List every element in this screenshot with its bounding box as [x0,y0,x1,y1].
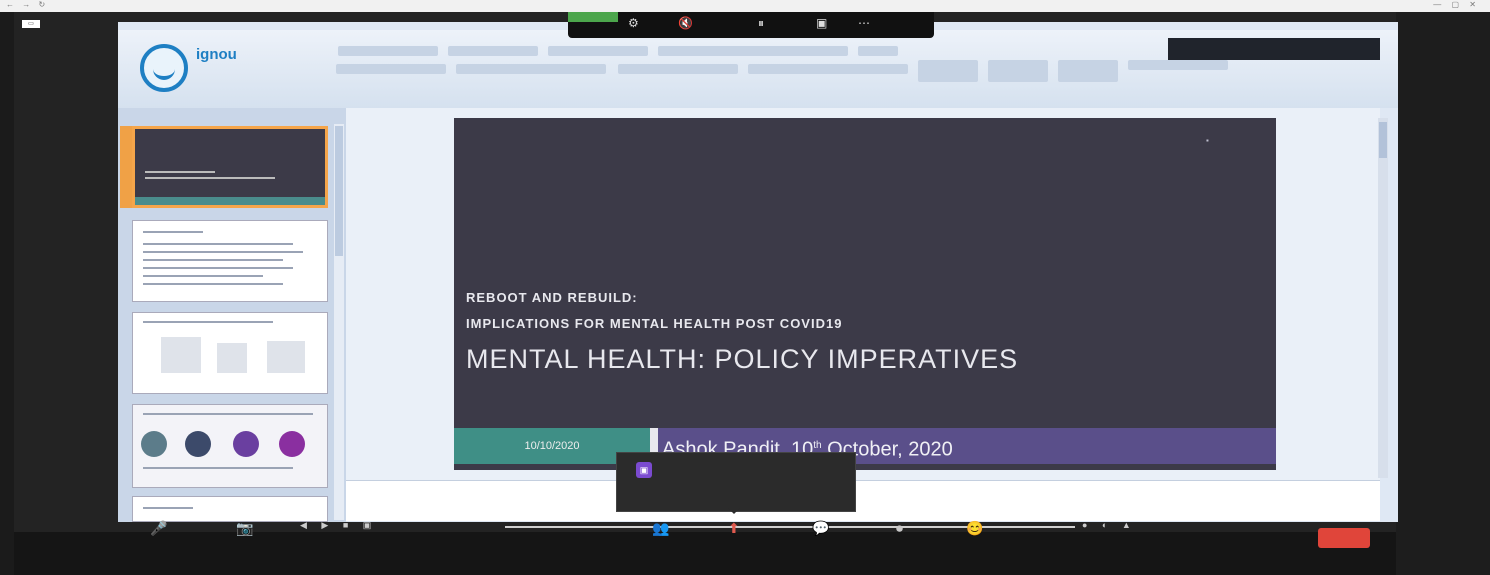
slide-thumbnail[interactable] [132,404,328,488]
slide-scrollbar[interactable] [1378,118,1388,478]
speaker-notes[interactable] [346,480,1380,521]
video-icon[interactable]: 📷 [236,520,253,537]
slide-bottom-bar [454,464,1276,470]
end-meeting-button[interactable] [1318,528,1370,548]
media-progress-track[interactable] [505,526,1075,528]
participants-icon[interactable]: 👥 [652,520,669,537]
thumbnail-scroll-handle[interactable] [335,126,343,256]
active-slide-marker [120,126,132,208]
browser-nav-icons[interactable]: ← → ↻ [6,0,48,9]
more-icon[interactable]: ⋯ [858,16,870,30]
share-screen-icon[interactable]: ⬆ [728,520,740,537]
slide-thumbnail[interactable] [132,220,328,302]
slide-main-title: MENTAL HEALTH: POLICY IMPERATIVES [466,344,1019,374]
view-toggle-icon[interactable]: ▭ [22,19,40,28]
mute-icon[interactable]: 🔇 [678,16,693,30]
zoom-view-controls[interactable]: ▭ [14,18,40,28]
settings-icon[interactable]: ⚙ [628,16,639,30]
browser-toolbar: ← → ↻ — ▢ ✕ [0,0,1490,12]
mute-audio-icon[interactable]: 🎤 [150,520,167,537]
slide-thumbnail[interactable] [132,496,328,522]
annotate-icon[interactable]: ▣ [816,16,827,30]
slide-close-mark: ▪ [1206,136,1209,145]
pause-share-icon[interactable]: ⏸ [758,16,764,31]
author-sup: th [813,440,822,451]
ignou-logo-text: ignou [196,46,237,63]
record-icon[interactable]: ⏺ [896,520,903,537]
zoom-meeting-controls [14,532,1396,575]
ignou-logo [140,44,188,92]
media-controls-icon[interactable]: ◀ ▶ ■ ▣ [300,520,377,531]
slide-thumbnail[interactable] [132,312,328,394]
slide-thumbnail[interactable] [132,126,328,208]
chat-icon[interactable]: 💬 [812,520,829,537]
notification-popup[interactable] [616,452,856,512]
screen-share-toolbar: ⚙ 🔇 ⏸ ▣ ⋯ [568,12,934,38]
media-volume-icon[interactable]: ● ◐ ▲ [1082,520,1137,530]
slide-title-line-1: REBOOT AND REBUILD: [466,290,638,305]
slide-scroll-handle[interactable] [1379,122,1387,158]
notification-app-icon: ▣ [636,462,652,478]
reactions-icon[interactable]: 😊 [966,520,983,537]
sharing-status-badge [568,12,618,22]
participants-panel-header [1168,38,1380,60]
zoom-side-area [1396,12,1490,575]
window-controls-icon[interactable]: — ▢ ✕ [1433,0,1480,9]
notification-pointer [728,508,740,514]
slide-title-line-2: IMPLICATIONS FOR MENTAL HEALTH POST COVI… [466,316,843,331]
